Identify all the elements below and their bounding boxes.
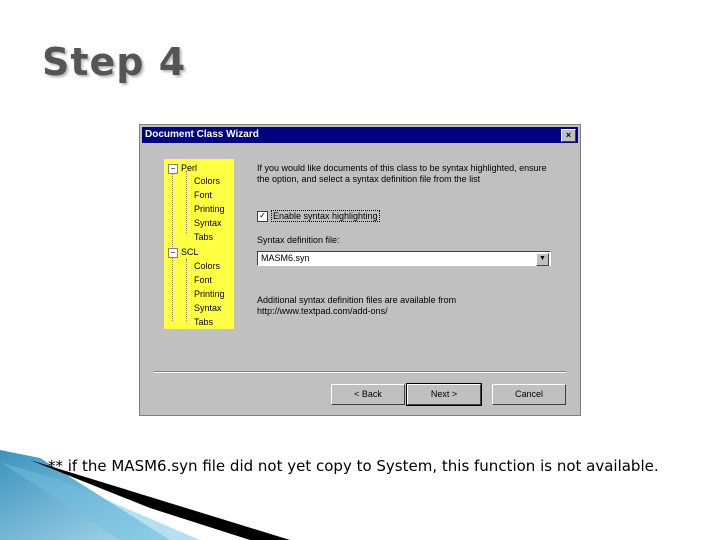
slide-title: Step 4 <box>42 40 187 84</box>
tree-item-scl-font[interactable]: Font <box>194 275 212 285</box>
enable-syntax-checkbox[interactable]: ✓ <box>257 211 268 223</box>
additional-files-text: Additional syntax definition files are a… <box>257 295 457 305</box>
syntax-definition-label: Syntax definition file: <box>257 235 340 245</box>
tree-item-perl-font[interactable]: Font <box>194 190 212 200</box>
tree-group-label: SCL <box>181 247 199 257</box>
intro-text: If you would like documents of this clas… <box>257 163 547 184</box>
check-icon: ✓ <box>259 211 266 221</box>
addons-url: http://www.textpad.com/add-ons/ <box>257 306 388 316</box>
settings-tree: − Perl Colors Font Printing Syntax Tabs −… <box>164 159 234 329</box>
decorative-swoosh <box>0 450 290 540</box>
close-icon: × <box>565 130 572 140</box>
tree-group-scl[interactable]: − SCL <box>168 247 199 258</box>
enable-syntax-label[interactable]: Enable syntax highlighting <box>271 210 380 222</box>
tree-item-scl-printing[interactable]: Printing <box>194 289 225 299</box>
dropdown-arrow-icon[interactable]: ▼ <box>536 253 549 266</box>
enable-syntax-row[interactable]: ✓ Enable syntax highlighting <box>257 210 380 223</box>
tree-item-perl-tabs[interactable]: Tabs <box>194 232 213 242</box>
next-button[interactable]: Next > <box>406 383 482 406</box>
tree-item-perl-colors[interactable]: Colors <box>194 176 220 186</box>
dialog-title-bar[interactable]: Document Class Wizard × <box>142 127 578 143</box>
document-class-wizard-dialog: Document Class Wizard × − Perl Colors Fon… <box>139 124 581 416</box>
tree-item-scl-tabs[interactable]: Tabs <box>194 317 213 327</box>
dialog-separator <box>154 371 566 373</box>
close-button[interactable]: × <box>561 129 576 142</box>
syntax-definition-value: MASM6.syn <box>261 253 310 263</box>
tree-group-perl[interactable]: − Perl <box>168 163 197 174</box>
tree-item-perl-syntax[interactable]: Syntax <box>194 218 222 228</box>
collapse-icon[interactable]: − <box>168 247 178 258</box>
slide-caption: ** if the MASM6.syn file did not yet cop… <box>48 457 659 475</box>
tree-item-scl-syntax[interactable]: Syntax <box>194 303 222 313</box>
tree-item-perl-printing[interactable]: Printing <box>194 204 225 214</box>
tree-group-label: Perl <box>181 163 198 173</box>
collapse-icon[interactable]: − <box>168 163 178 174</box>
back-button[interactable]: < Back <box>331 384 405 405</box>
cancel-button[interactable]: Cancel <box>492 384 566 405</box>
tree-item-scl-colors[interactable]: Colors <box>194 261 220 271</box>
dialog-title: Document Class Wizard <box>145 129 259 140</box>
syntax-definition-select[interactable]: MASM6.syn ▼ <box>257 251 551 266</box>
